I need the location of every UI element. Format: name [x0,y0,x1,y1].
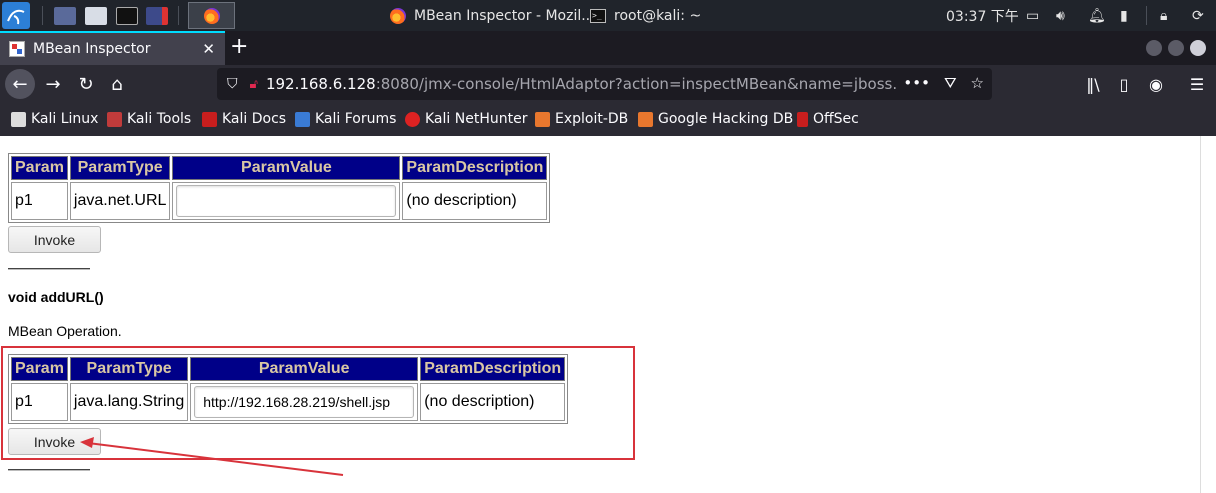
sidebar-icon[interactable]: ▯ [1109,69,1139,99]
bookmark-kali-linux[interactable]: Kali Linux [11,111,98,127]
annotation-arrow [80,437,344,476]
bookmark-kali-forums[interactable]: Kali Forums [295,111,396,127]
minimize-window-button[interactable] [1146,40,1162,56]
back-arrow-icon[interactable]: ← [5,69,35,99]
window-title: root@kali: ~ [614,7,702,24]
kali-tools-icon [107,111,122,127]
vertical-scrollbar[interactable] [1200,136,1216,493]
page-content: Param ParamType ParamValue ParamDescript… [0,136,1200,493]
bookmark-kali-tools[interactable]: Kali Tools [107,111,191,127]
panel-separator [1146,6,1147,25]
navigation-toolbar: ← → ↻ ⌂ ⛉ 🔓︎ 192.168.6.128 :8080/jmx-con… [0,65,1216,103]
bookmark-kali-docs[interactable]: Kali Docs [202,111,286,127]
tab-title: MBean Inspector [33,41,151,57]
new-tab-button[interactable]: + [230,35,248,59]
display-icon[interactable]: ▭ [1026,0,1039,31]
library-icon[interactable]: ‖\ [1078,69,1108,99]
file-manager-icon[interactable] [85,0,107,31]
menu-hamburger-icon[interactable]: ☰ [1182,69,1212,99]
exploit-db-icon [535,111,550,127]
bookmark-google-hacking-db[interactable]: Google Hacking DB [638,111,793,127]
terminal-icon: >_ [590,8,606,23]
maximize-window-button[interactable] [1168,40,1184,56]
terminal-launcher-icon[interactable] [116,0,138,31]
forward-arrow-icon[interactable]: → [38,69,68,99]
clock[interactable]: 03:37 下午 [946,0,1019,31]
battery-icon[interactable]: ▮ [1120,0,1128,31]
tab-mbean-inspector[interactable]: MBean Inspector ✕ [0,31,225,65]
screen-recorder-icon[interactable] [146,0,168,31]
tab-strip: MBean Inspector ✕ + [0,31,1216,65]
window-title: MBean Inspector - Mozil... [414,7,595,24]
bookmark-kali-nethunter[interactable]: Kali NetHunter [405,111,527,127]
bookmark-star-icon[interactable]: ☆ [971,74,984,92]
url-path: :8080/jmx-console/HtmlAdaptor?action=ins… [375,75,948,93]
kali-menu-icon[interactable] [2,2,30,29]
url-host: 192.168.6.128 [265,75,376,93]
lock-screen-icon[interactable]: 🔒︎ [1160,0,1167,31]
bookmark-offsec[interactable]: OffSec [797,111,859,127]
insecure-lock-icon[interactable]: 🔓︎ [250,77,258,92]
page-actions-icon[interactable]: ••• [903,74,930,92]
bookmark-exploit-db[interactable]: Exploit-DB [535,111,628,127]
ghdb-icon [638,111,653,127]
panel-separator [178,6,179,25]
pocket-icon[interactable]: ⛛ [944,74,957,92]
firefox-icon [390,7,406,24]
offsec-icon [797,111,808,127]
kali-forums-icon [295,111,310,127]
volume-icon[interactable]: 🔊︎ [1056,0,1065,31]
panel-separator [42,6,43,25]
kali-dragon-icon [11,111,26,127]
close-tab-icon[interactable]: ✕ [202,40,215,58]
nethunter-icon [405,111,420,127]
reload-icon[interactable]: ↻ [71,69,101,99]
jboss-favicon-icon [9,41,25,57]
show-desktop-icon[interactable] [54,0,76,31]
tracking-shield-icon[interactable]: ⛉ [227,76,238,92]
notification-bell-icon[interactable]: 🔔︎ [1088,0,1106,31]
taskbar-window-firefox[interactable]: MBean Inspector - Mozil... [390,0,595,31]
home-icon[interactable]: ⌂ [102,69,132,99]
desktop-panel: MBean Inspector - Mozil... >_ root@kali:… [0,0,1216,31]
firefox-taskbar-button[interactable] [188,2,235,29]
account-icon[interactable]: ◉ [1141,69,1171,99]
bookmarks-toolbar: Kali Linux Kali Tools Kali Docs Kali For… [0,103,1216,136]
url-bar[interactable]: ⛉ 🔓︎ 192.168.6.128 :8080/jmx-console/Htm… [217,68,992,100]
close-window-button[interactable] [1190,40,1206,56]
power-icon[interactable]: ⟳ [1192,0,1204,31]
firefox-icon [203,7,220,24]
kali-docs-icon [202,111,217,127]
taskbar-window-terminal[interactable]: >_ root@kali: ~ [590,0,701,31]
